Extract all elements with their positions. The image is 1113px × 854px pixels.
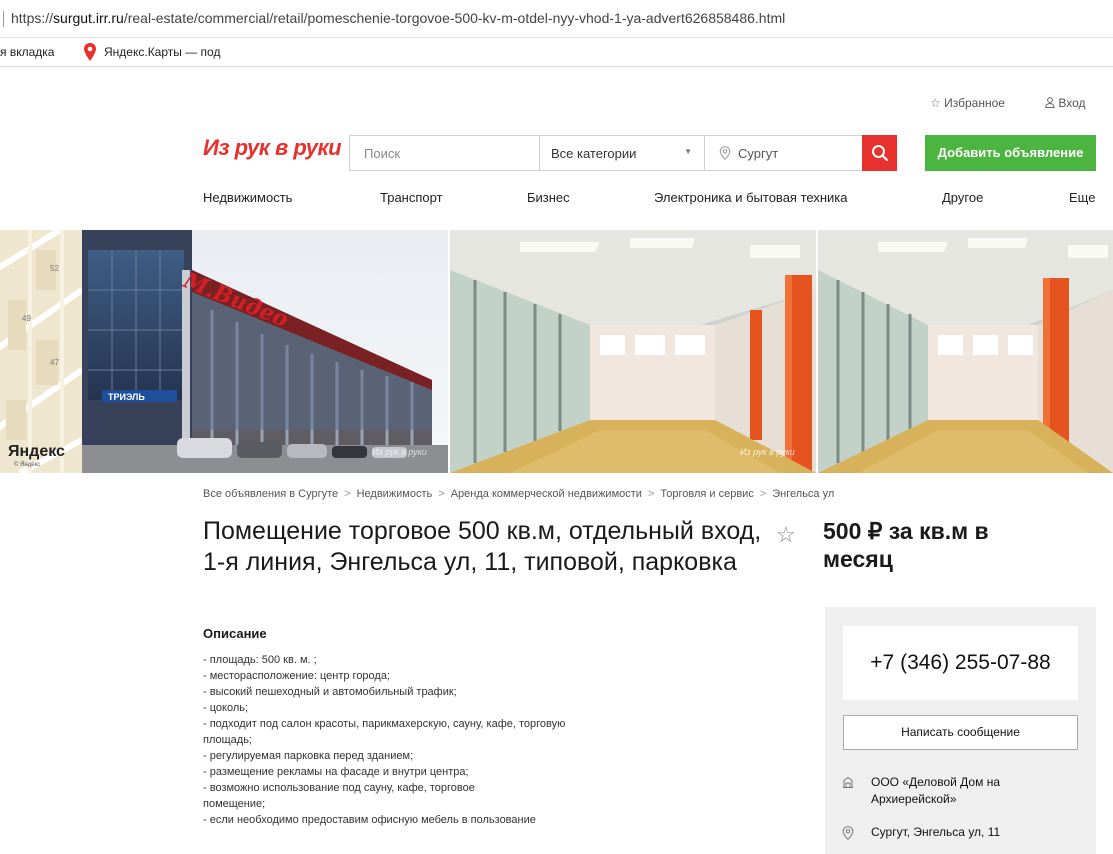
nav-item-business[interactable]: Бизнес [527, 190, 570, 205]
chevron-right-icon: > [759, 488, 767, 500]
description-text: - площадь: 500 кв. м. ; - месторасположе… [203, 652, 643, 828]
favorites-link[interactable]: ☆ Избранное [930, 96, 1005, 110]
yandex-maps-pin-icon [84, 43, 96, 61]
listing-price: 500 ₽ за кв.м в месяц [823, 518, 989, 572]
favorite-star-icon[interactable]: ☆ [776, 522, 796, 548]
breadcrumb-item[interactable]: Аренда коммерческой недвижимости [451, 488, 642, 500]
star-outline-icon: ☆ [930, 96, 941, 110]
send-message-button[interactable]: Написать сообщение [843, 715, 1078, 750]
breadcrumb-item[interactable]: Энгельса ул [772, 488, 834, 500]
listing-title: Помещение торговое 500 кв.м, отдельный в… [203, 517, 762, 576]
chevron-right-icon: > [344, 488, 351, 500]
breadcrumb: Все объявления в Сургуте > Недвижимость > Ар… [203, 488, 834, 500]
search-button[interactable] [862, 135, 897, 171]
nav-item-transport[interactable]: Транспорт [380, 190, 443, 205]
watermark-text: Из рук в руки [740, 447, 795, 457]
description-line: - если необходимо предоставим офисную ме… [203, 814, 536, 826]
login-link[interactable]: Вход [1045, 96, 1086, 110]
address-bar-divider [3, 11, 4, 27]
map-house-number: 52 [50, 264, 59, 273]
gallery-photo-building[interactable]: М.Видео ТРИЭЛЬ Из рук в руки [82, 230, 448, 473]
map-brand: Яндекс [8, 443, 65, 460]
nav-item-real-estate[interactable]: Недвижимость [203, 190, 292, 205]
description-line: - высокий пешеходный и автомобильный тра… [203, 686, 457, 698]
description-heading: Описание [203, 626, 267, 641]
building-icon [843, 776, 853, 788]
chevron-right-icon: > [647, 488, 655, 500]
bookmarks-bar: я вкладка Яндекс.Карты — под [0, 38, 1113, 67]
site-logo[interactable]: Из рук в руки [203, 135, 342, 161]
description-line: - цоколь; [203, 702, 249, 714]
map-streets [0, 230, 82, 473]
description-line: - размещение рекламы на фасаде и внутри … [203, 766, 469, 778]
watermark-text: Из рук в руки [372, 447, 427, 457]
search-bar: Все категории ▼ Сургут [349, 135, 897, 171]
nav-item-more[interactable]: Еще [1069, 190, 1095, 205]
search-input[interactable] [350, 136, 538, 170]
add-ad-button[interactable]: Добавить объявление [925, 135, 1096, 171]
gallery-photo-interior-1[interactable]: Из рук в руки [450, 230, 816, 473]
description-line: - месторасположение: центр города; [203, 670, 391, 682]
browser-address-bar[interactable]: https://surgut.irr.ru/real-estate/commer… [0, 0, 1113, 38]
map-house-number: 49 [22, 314, 31, 323]
location-pin-icon [719, 146, 731, 160]
interior-photo: Из рук в руки [450, 230, 816, 473]
category-select[interactable]: Все категории ▼ [539, 136, 704, 170]
url-text[interactable]: https://surgut.irr.ru/real-estate/commer… [11, 10, 785, 26]
dropdown-arrow-icon: ▼ [684, 147, 692, 156]
interior-photo [818, 230, 1113, 473]
bookmark-yandex-maps[interactable]: Яндекс.Карты — под [104, 45, 220, 59]
bookmark-new-tab[interactable]: я вкладка [0, 45, 54, 59]
user-icon [1045, 97, 1055, 108]
breadcrumb-item[interactable]: Торговля и сервис [660, 488, 753, 500]
map-thumbnail[interactable]: 52 49 47 Яндекс © Яндекс [0, 230, 82, 473]
phone-number[interactable]: +7 (346) 255-07-88 [843, 626, 1078, 700]
breadcrumb-item[interactable]: Недвижимость [357, 488, 433, 500]
photo-gallery: 52 49 47 Яндекс © Яндекс М.Видео ТРИЭЛЬ … [0, 230, 1113, 473]
seller-panel: +7 (346) 255-07-88 Написать сообщение ОО… [825, 607, 1096, 854]
shop-sign-text: ТРИЭЛЬ [108, 392, 145, 402]
location-pin-icon [842, 826, 854, 840]
map-house-number: 47 [50, 358, 59, 367]
chevron-right-icon: > [438, 488, 445, 500]
search-icon [872, 145, 889, 162]
gallery-photo-interior-2[interactable] [818, 230, 1113, 473]
nav-item-electronics[interactable]: Электроника и бытовая техника [654, 190, 847, 205]
description-line: - регулируемая парковка перед зданием; [203, 750, 414, 762]
breadcrumb-item[interactable]: Все объявления в Сургуте [203, 488, 338, 500]
description-line: - возможно использование под сауну, кафе… [203, 782, 475, 810]
description-line: - подходит под салон красоты, парикмахер… [203, 718, 566, 746]
description-line: - площадь: 500 кв. м. ; [203, 654, 317, 666]
map-brand-small: © Яндекс [14, 462, 41, 468]
building-photo: М.Видео ТРИЭЛЬ Из рук в руки [82, 230, 448, 473]
nav-item-other[interactable]: Другое [942, 190, 983, 205]
city-select[interactable]: Сургут [704, 136, 862, 170]
